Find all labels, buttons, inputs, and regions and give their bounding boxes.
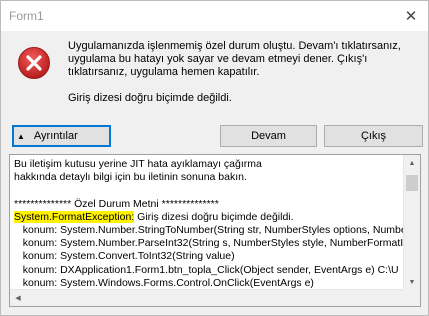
dialog-window: Form1 ✕ Uygulamanızda işlenmemiş özel du… xyxy=(0,0,429,316)
details-line: Bu iletişim kutusu yerine JIT hata ayıkl… xyxy=(14,158,262,170)
scrollbar-corner xyxy=(403,289,420,306)
scroll-thumb[interactable] xyxy=(406,175,418,191)
window-title: Form1 xyxy=(9,9,44,23)
error-message: Uygulamanızda işlenmemiş özel durum oluş… xyxy=(68,40,423,105)
scroll-up-icon[interactable]: ▲ xyxy=(404,155,420,171)
stack-frame: konum: System.Convert.ToInt32(String val… xyxy=(14,250,235,263)
quit-button[interactable]: Çıkış xyxy=(324,125,423,147)
message-line: uygulama bu hatayı yok sayar ve devam et… xyxy=(68,53,368,65)
exception-type-highlight: System.FormatException: xyxy=(14,210,135,223)
vertical-scrollbar[interactable]: ▲ ▼ xyxy=(403,155,420,290)
details-line: hakkında detaylı bilgi için bu iletinin … xyxy=(14,171,247,184)
arrow-up-icon: ▲ xyxy=(17,131,25,141)
exception-details-textbox[interactable]: Bu iletişim kutusu yerine JIT hata ayıkl… xyxy=(9,154,421,307)
stack-frame: konum: System.Number.StringToNumber(Stri… xyxy=(14,224,404,237)
details-button[interactable]: ▲ Ayrıntılar xyxy=(12,125,111,147)
close-icon: ✕ xyxy=(404,8,418,25)
details-button-label: Ayrıntılar xyxy=(33,130,78,142)
title-bar: Form1 ✕ xyxy=(1,1,428,31)
scroll-down-icon[interactable]: ▼ xyxy=(404,274,420,290)
horizontal-scrollbar[interactable]: ◀ xyxy=(10,289,405,306)
details-text: Bu iletişim kutusu yerine JIT hata ayıkl… xyxy=(14,158,404,290)
scroll-left-icon[interactable]: ◀ xyxy=(10,290,26,306)
message-line: Uygulamanızda işlenmemiş özel durum oluş… xyxy=(68,40,401,52)
error-icon xyxy=(18,47,50,79)
stack-frame: konum: System.Windows.Forms.Control.OnCl… xyxy=(14,276,314,289)
message-line: tıklatırsanız, uygulama hemen kapatılır. xyxy=(68,66,260,78)
stack-frame: konum: System.Number.ParseInt32(String s… xyxy=(14,237,404,250)
close-button[interactable]: ✕ xyxy=(394,1,428,31)
details-line: Giriş dizesi doğru biçimde değildi. xyxy=(134,210,294,223)
continue-button[interactable]: Devam xyxy=(220,125,317,147)
stack-frame: konum: DXApplication1.Form1.btn_topla_Cl… xyxy=(14,263,399,276)
details-line: ************** Özel Durum Metni ********… xyxy=(14,197,219,210)
message-summary: Giriş dizesi doğru biçimde değildi. xyxy=(68,92,232,104)
